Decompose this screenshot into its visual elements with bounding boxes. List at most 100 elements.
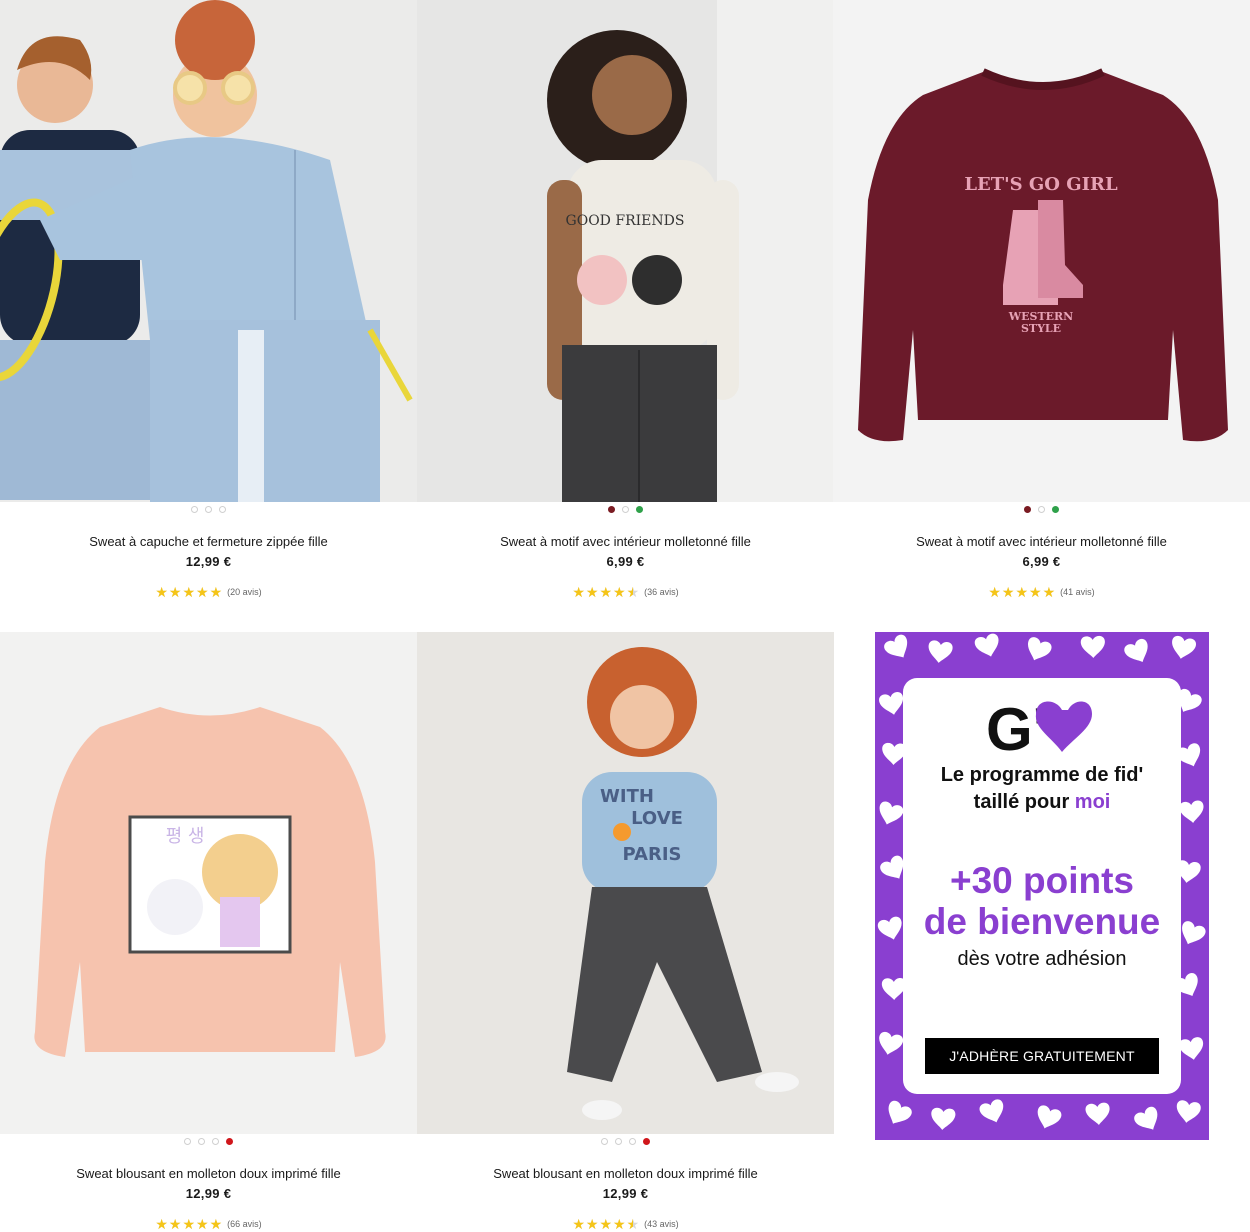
promo-title-line: taillé pour moi [875, 789, 1209, 816]
color-swatches [833, 506, 1250, 513]
product-photo [0, 0, 417, 502]
promo-title-line: Le programme de fid' [940, 764, 1144, 786]
review-count[interactable]: (41 avis) [1060, 587, 1095, 597]
product-image[interactable]: GOOD FRIENDS [417, 0, 834, 502]
promo-title: Le programme de fid' taillé pour moi [875, 762, 1209, 816]
product-photo: 평 생 [0, 632, 417, 1134]
color-swatch[interactable] [1024, 506, 1031, 513]
product-photo: WITH LOVE PARIS [417, 632, 834, 1134]
color-swatch[interactable] [198, 1138, 205, 1145]
product-name[interactable]: Sweat à capuche et fermeture zippée fill… [0, 534, 417, 549]
promo-title-text: taillé pour [973, 791, 1075, 813]
heart-icon [928, 640, 953, 663]
product-price: 6,99 € [606, 554, 645, 569]
review-count[interactable]: (36 avis) [644, 587, 679, 597]
review-count[interactable]: (66 avis) [227, 1219, 262, 1229]
product-card[interactable]: 평 생 Sweat blousant en molleton doux impr… [0, 632, 417, 1232]
heart-icon [881, 978, 906, 1000]
heart-icon [1124, 638, 1148, 662]
product-name[interactable]: Sweat à motif avec intérieur molletonné … [833, 534, 1250, 549]
color-swatch[interactable] [212, 1138, 219, 1145]
star-rating-icon: ★★★★★★★★★★ [572, 1216, 641, 1232]
review-count[interactable]: (43 avis) [644, 1219, 679, 1229]
shirt-print-text: STYLE [1021, 322, 1061, 335]
points-label: de bienvenue [923, 901, 1161, 942]
heart-icon [879, 1031, 904, 1055]
shirt-print-text: PARIS [623, 844, 682, 865]
star-rating-icon: ★★★★★★★★★★ [988, 584, 1057, 600]
color-swatch[interactable] [226, 1138, 233, 1145]
heart-icon [1037, 1105, 1062, 1129]
join-free-button[interactable]: J'ADHÈRE GRATUITEMENT [925, 1038, 1159, 1074]
product-photo: LET'S GO GIRL WESTERN STYLE [833, 0, 1250, 502]
product-price: 6,99 € [1022, 554, 1061, 569]
loyalty-promo-banner[interactable]: G' Le programme de fid' taillé pour moi … [875, 632, 1209, 1140]
color-swatch[interactable] [643, 1138, 650, 1145]
color-swatch[interactable] [622, 506, 629, 513]
product-card[interactable]: LET'S GO GIRL WESTERN STYLE Sweat à moti… [833, 0, 1250, 620]
loyalty-logo: G' [875, 696, 1209, 763]
product-image[interactable]: WITH LOVE PARIS [417, 632, 834, 1134]
color-swatch[interactable] [615, 1138, 622, 1145]
color-swatch[interactable] [629, 1138, 636, 1145]
product-rating: ★★★★★ ★★★★★ (20 avis) [0, 584, 417, 600]
review-count[interactable]: (20 avis) [227, 587, 262, 597]
heart-icon [979, 1099, 1004, 1123]
color-swatches [0, 1138, 417, 1145]
color-swatch[interactable] [1038, 506, 1045, 513]
product-name[interactable]: Sweat blousant en molleton doux imprimé … [417, 1166, 834, 1181]
shirt-print-text: LET'S GO GIRL [964, 174, 1118, 195]
color-swatch[interactable] [636, 506, 643, 513]
color-swatch[interactable] [601, 1138, 608, 1145]
heart-icon [888, 1100, 912, 1124]
shirt-print-text: WITH [600, 786, 654, 807]
star-rating-icon: ★★★★★★★★★★ [155, 1216, 224, 1232]
product-price: 12,99 € [185, 1186, 232, 1201]
product-photo: GOOD FRIENDS [417, 0, 834, 502]
product-rating: ★★★★★★★★★★ (36 avis) [417, 584, 834, 600]
color-swatches [417, 1138, 834, 1145]
heart-icon [974, 633, 999, 657]
color-swatches [0, 506, 417, 513]
promo-points: +30 points de bienvenue [875, 860, 1209, 942]
heart-icon [1176, 1100, 1201, 1123]
product-name[interactable]: Sweat blousant en molleton doux imprimé … [0, 1166, 417, 1181]
heart-icon [884, 634, 908, 658]
heart-icon [1027, 637, 1052, 661]
product-rating: ★★★★★★★★★★ (43 avis) [417, 1216, 834, 1232]
color-swatches [417, 506, 834, 513]
color-swatch[interactable] [219, 506, 226, 513]
product-name[interactable]: Sweat à motif avec intérieur molletonné … [417, 534, 834, 549]
heart-icon [1080, 635, 1105, 658]
heart-icon [1134, 1106, 1158, 1130]
product-image[interactable]: LET'S GO GIRL WESTERN STYLE [833, 0, 1250, 502]
heart-icon [1172, 635, 1197, 659]
product-card[interactable]: Sweat à capuche et fermeture zippée fill… [0, 0, 417, 620]
heart-icon [1179, 1037, 1204, 1060]
star-rating-icon: ★★★★★★★★★★ [155, 584, 224, 600]
g-heart-logo-icon: G' [986, 696, 1092, 763]
product-rating: ★★★★★ ★★★★★ (66 avis) [0, 1216, 417, 1232]
logo-text: G' [986, 696, 1047, 758]
color-swatch[interactable] [1052, 506, 1059, 513]
product-card[interactable]: WITH LOVE PARIS Sweat blousant en mollet… [417, 632, 834, 1232]
shirt-print-text: LOVE [631, 808, 683, 829]
product-price: 12,99 € [602, 1186, 649, 1201]
shirt-print-text: GOOD FRIENDS [566, 213, 685, 229]
product-price: 12,99 € [185, 554, 232, 569]
product-card[interactable]: GOOD FRIENDS Sweat à motif avec intérieu… [417, 0, 834, 620]
heart-icon [931, 1107, 956, 1130]
svg-text:평 생: 평 생 [166, 826, 205, 847]
color-swatch[interactable] [191, 506, 198, 513]
product-rating: ★★★★★ ★★★★★ (41 avis) [833, 584, 1250, 600]
product-image[interactable]: 평 생 [0, 632, 417, 1134]
color-swatch[interactable] [205, 506, 212, 513]
points-amount: +30 points [949, 860, 1135, 901]
star-rating-icon: ★★★★★★★★★★ [572, 584, 641, 600]
color-swatch[interactable] [608, 506, 615, 513]
heart-icon [1085, 1102, 1110, 1125]
promo-subtitle: dès votre adhésion [957, 948, 1127, 970]
color-swatch[interactable] [184, 1138, 191, 1145]
promo-title-highlight: moi [1074, 791, 1111, 813]
product-image[interactable] [0, 0, 417, 502]
